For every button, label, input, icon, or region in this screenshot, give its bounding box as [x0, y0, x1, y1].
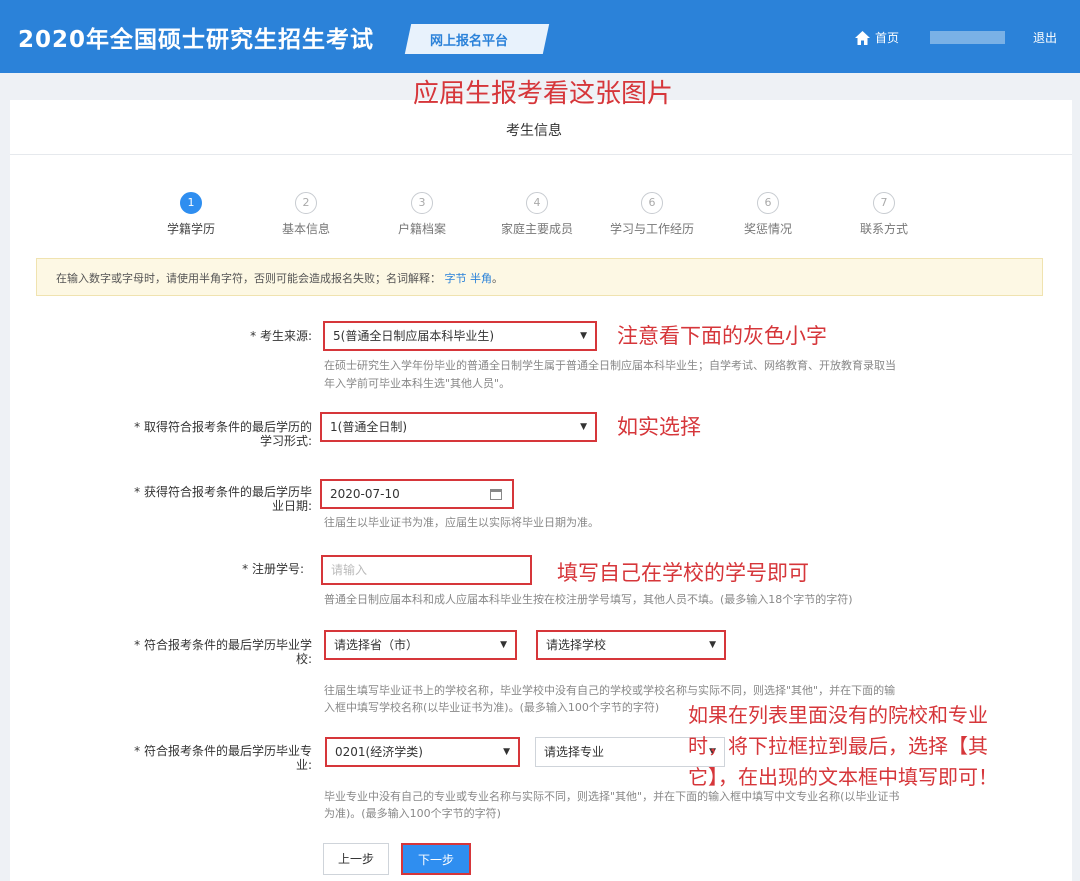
notice-text: 在输入数字或字母时，请使用半角字符，否则可能会造成报名失败；名词解释： 字节 半…: [56, 270, 503, 286]
step-label: 基本信息: [281, 222, 330, 236]
byte-definition-link[interactable]: 字节: [445, 272, 467, 285]
home-icon: [855, 30, 870, 45]
home-link[interactable]: 首页: [855, 29, 899, 46]
annotation-title: 应届生报考看这张图片: [413, 79, 674, 109]
step-label: 联系方式: [859, 222, 908, 236]
grad-date-label-line2: 业日期:: [271, 499, 312, 513]
study-form-value: 1(普通全日制): [330, 420, 407, 434]
grad-date-label: * 获得符合报考条件的最后学历毕 业日期:: [100, 485, 312, 513]
annotation-study-form: 如实选择: [617, 415, 701, 439]
student-id-input[interactable]: 请输入: [321, 555, 532, 585]
home-link-label: 首页: [875, 31, 900, 45]
halfwidth-definition-link[interactable]: 半角: [470, 272, 492, 285]
source-value: 5(普通全日制应届本科毕业生): [333, 329, 494, 343]
step-4[interactable]: 4 家庭主要成员: [482, 192, 592, 237]
major-value: 请选择专业: [544, 745, 605, 759]
step-number: 4: [526, 192, 548, 214]
major-help-1: 毕业专业中没有自己的专业或专业名称与实际不同，则选择"其他"，并在下面的输入框中…: [324, 790, 900, 803]
school-help-1: 往届生填写毕业证书上的学校名称，毕业学校中没有自己的学校或学校名称与实际不同，则…: [324, 684, 896, 697]
source-help-1: 在硕士研究生入学年份毕业的普通全日制学生属于普通全日制应届本科毕业生；自学考试、…: [324, 359, 896, 372]
grad-date-value: 2020-07-10: [330, 487, 400, 501]
study-form-label-line2: 学习形式:: [259, 434, 312, 448]
annotation-other-option: 如果在列表里面没有的院校和专业 时，将下拉框拉到最后，选择【其 它】，在出现的文…: [688, 700, 998, 793]
major-label-line1: * 符合报考条件的最后学历毕业专: [134, 744, 312, 758]
student-id-label: * 注册学号:: [242, 562, 304, 576]
chevron-down-icon: ▼: [503, 747, 510, 757]
step-number: 7: [873, 192, 895, 214]
step-number: 6: [757, 192, 779, 214]
next-step-button[interactable]: 下一步: [401, 843, 471, 875]
step-label: 户籍档案: [397, 222, 446, 236]
source-select[interactable]: 5(普通全日制应届本科毕业生) ▼: [323, 321, 597, 351]
step-label: 学习与工作经历: [609, 222, 694, 236]
step-number: 6: [641, 192, 663, 214]
school-label-line2: 校:: [295, 652, 312, 666]
annotation-source: 注意看下面的灰色小字: [617, 324, 827, 348]
source-help-2: 年入学前可毕业本科生选"其他人员"。: [324, 377, 511, 390]
source-label: * 考生来源:: [250, 329, 312, 343]
logout-link[interactable]: 退出: [1033, 29, 1057, 46]
page-title: 考生信息: [506, 123, 562, 139]
student-id-placeholder: 请输入: [331, 563, 368, 577]
platform-tag: 网上报名平台: [430, 34, 509, 49]
student-id-help: 普通全日制应届本科和成人应届本科毕业生按在校注册学号填写，其他人员不填。(最多输…: [324, 593, 853, 606]
study-form-label-line1: * 取得符合报考条件的最后学历的: [134, 420, 312, 434]
step-5[interactable]: 6 学习与工作经历: [597, 192, 707, 237]
step-6[interactable]: 6 奖惩情况: [713, 192, 823, 237]
annotation-other-line2: 时，将下拉框拉到最后，选择【其: [688, 734, 988, 758]
grad-date-label-line1: * 获得符合报考条件的最后学历毕: [134, 485, 312, 499]
chevron-down-icon: ▼: [580, 331, 587, 341]
step-label: 学籍学历: [166, 222, 215, 236]
notice-message: 在输入数字或字母时，请使用半角字符，否则可能会造成报名失败；名词解释：: [56, 272, 441, 285]
chevron-down-icon: ▼: [500, 640, 507, 650]
major-label: * 符合报考条件的最后学历毕业专 业:: [100, 744, 312, 772]
annotation-other-line1: 如果在列表里面没有的院校和专业: [688, 703, 988, 727]
calendar-icon: [490, 489, 502, 500]
grad-date-help: 往届生以毕业证书为准，应届生以实际将毕业日期为准。: [324, 516, 599, 529]
school-label: * 符合报考条件的最后学历毕业学 校:: [100, 638, 312, 666]
grad-date-picker[interactable]: 2020-07-10: [320, 479, 514, 509]
step-7[interactable]: 7 联系方式: [829, 192, 939, 237]
school-label-line1: * 符合报考条件的最后学历毕业学: [134, 638, 312, 652]
province-value: 请选择省（市）: [334, 638, 419, 652]
step-1[interactable]: 1 学籍学历: [136, 192, 246, 237]
study-form-select[interactable]: 1(普通全日制) ▼: [320, 412, 597, 442]
chevron-down-icon: ▼: [709, 640, 716, 650]
prev-step-button[interactable]: 上一步: [323, 843, 389, 875]
notice-end: 。: [492, 272, 503, 285]
username-redacted: [930, 31, 1005, 44]
major-category-value: 0201(经济学类): [335, 745, 423, 759]
school-help-2: 入框中填写学校名称(以毕业证书为准)。(最多输入100个字节的字符): [324, 701, 660, 714]
step-2[interactable]: 2 基本信息: [251, 192, 361, 237]
school-select[interactable]: 请选择学校 ▼: [536, 630, 726, 660]
step-label: 家庭主要成员: [500, 222, 573, 236]
step-number: 1: [180, 192, 202, 214]
major-category-select[interactable]: 0201(经济学类) ▼: [325, 737, 520, 767]
step-number: 3: [411, 192, 433, 214]
site-title: 2020年全国硕士研究生招生考试: [18, 27, 375, 53]
school-value: 请选择学校: [546, 638, 607, 652]
annotation-student-id: 填写自己在学校的学号即可: [557, 561, 809, 585]
major-help-2: 为准)。(最多输入100个字节的字符): [324, 807, 501, 820]
study-form-label: * 取得符合报考条件的最后学历的 学习形式:: [100, 420, 312, 448]
step-3[interactable]: 3 户籍档案: [367, 192, 477, 237]
chevron-down-icon: ▼: [580, 422, 587, 432]
step-number: 2: [295, 192, 317, 214]
major-label-line2: 业:: [295, 758, 312, 772]
province-select[interactable]: 请选择省（市） ▼: [324, 630, 517, 660]
step-label: 奖惩情况: [743, 222, 792, 236]
